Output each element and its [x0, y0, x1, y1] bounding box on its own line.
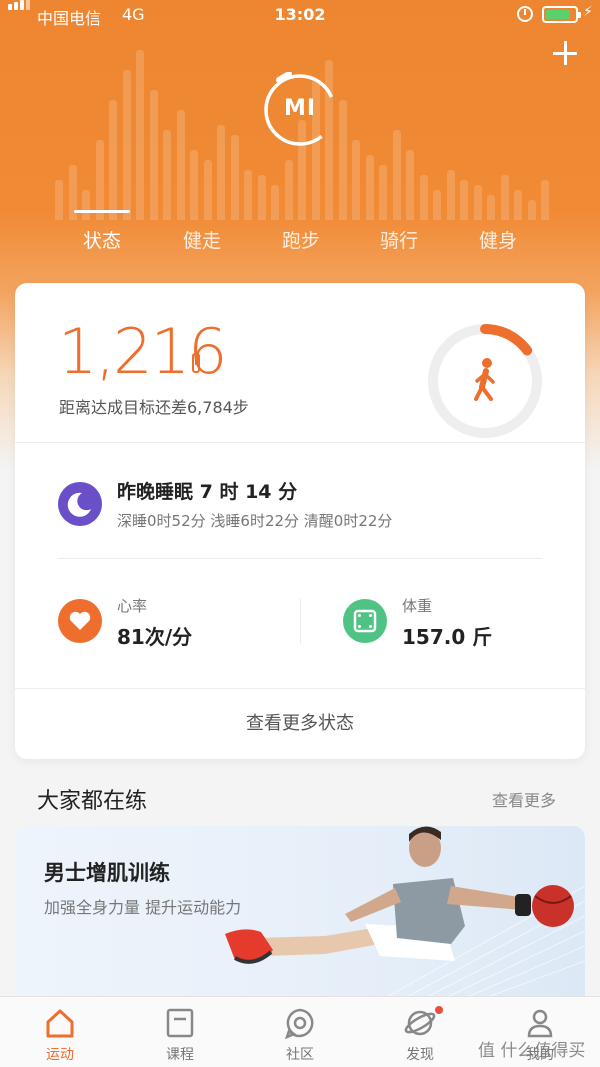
divider [15, 442, 585, 443]
promo-title: 男士增肌训练 [44, 861, 170, 885]
watermark: 值 什么值得买 [478, 1041, 586, 1061]
activity-tabs: 状态 健走 跑步 骑行 健身 [0, 210, 600, 260]
heart-rate-value[interactable]: 81次/分 [117, 621, 192, 650]
decorative-bar [122, 70, 131, 220]
mi-logo: MI [262, 71, 338, 148]
decorative-bar [230, 135, 239, 220]
tab-indicator [74, 210, 130, 213]
goal-text: 距离达成目标还差6,784步 [59, 398, 249, 417]
logo-text: MI [283, 96, 317, 121]
tab-run[interactable]: 跑步 [251, 226, 351, 253]
tab-walk[interactable]: 健走 [152, 226, 252, 253]
course-icon [166, 1008, 194, 1038]
decorative-bar [338, 100, 347, 220]
divider [58, 558, 542, 559]
nav-label: 发现 [406, 1047, 434, 1063]
decorative-bar [136, 50, 144, 220]
step-progress-ring[interactable] [425, 321, 545, 441]
nav-sport[interactable]: 运动 [0, 997, 120, 1067]
nav-discover[interactable]: 发现 [360, 997, 480, 1067]
athlete-illustration [225, 826, 585, 998]
decorative-bar [163, 130, 171, 220]
scale-icon [343, 599, 387, 643]
battery-icon [542, 6, 581, 23]
sleep-moon-icon: z [58, 482, 102, 526]
tab-fitness[interactable]: 健身 [448, 226, 548, 253]
decorative-bar [392, 130, 401, 220]
tab-ride[interactable]: 骑行 [349, 226, 449, 253]
decorative-bar [149, 90, 158, 220]
status-card: 1,216 距离达成目标还差6,784步 z 昨晚睡眠 7 时 14 分 深睡0… [15, 283, 585, 759]
home-icon [46, 1009, 74, 1038]
decorative-bar [109, 100, 117, 220]
nav-label: 运动 [46, 1047, 74, 1063]
discover-icon [404, 1010, 436, 1036]
profile-icon [527, 1009, 553, 1038]
divider [300, 598, 301, 644]
add-button[interactable] [550, 38, 580, 68]
promo-card[interactable]: 男士增肌训练 加强全身力量 提升运动能力 [15, 826, 585, 998]
community-icon [285, 1008, 314, 1039]
divider [15, 688, 585, 689]
nav-label: 社区 [286, 1047, 314, 1063]
decorative-bar [95, 140, 104, 220]
weight-value[interactable]: 157.0 斤 [402, 621, 492, 650]
notification-badge [435, 1006, 443, 1014]
status-time: 13:02 [274, 5, 326, 24]
more-status-button[interactable]: 查看更多状态 [15, 709, 585, 735]
decorative-bar [352, 140, 360, 220]
nav-courses[interactable]: 课程 [120, 997, 240, 1067]
step-count[interactable]: 1,216 [58, 315, 227, 388]
svg-text:z: z [83, 497, 88, 506]
decorative-bar [176, 110, 185, 220]
section-more-link[interactable]: 查看更多 [492, 787, 556, 811]
weight-label: 体重 [402, 597, 433, 615]
promo-subtitle: 加强全身力量 提升运动能力 [44, 898, 242, 917]
status-bar: 中国电信 4G 13:02 ⚡ [0, 0, 600, 30]
nav-label: 课程 [166, 1047, 194, 1063]
section-title: 大家都在练 [37, 789, 148, 814]
heart-rate-label: 心率 [117, 597, 148, 615]
sleep-detail: 深睡0时52分 浅睡6时22分 清醒0时22分 [117, 512, 393, 530]
band-icon [192, 353, 200, 373]
walking-icon [474, 358, 495, 401]
decorative-bar [217, 125, 225, 220]
charging-icon: ⚡ [583, 4, 593, 20]
tab-status[interactable]: 状态 [52, 226, 152, 253]
heart-icon [58, 599, 102, 643]
alarm-icon [517, 6, 533, 22]
sleep-title[interactable]: 昨晚睡眠 7 时 14 分 [117, 477, 297, 504]
nav-community[interactable]: 社区 [240, 997, 360, 1067]
